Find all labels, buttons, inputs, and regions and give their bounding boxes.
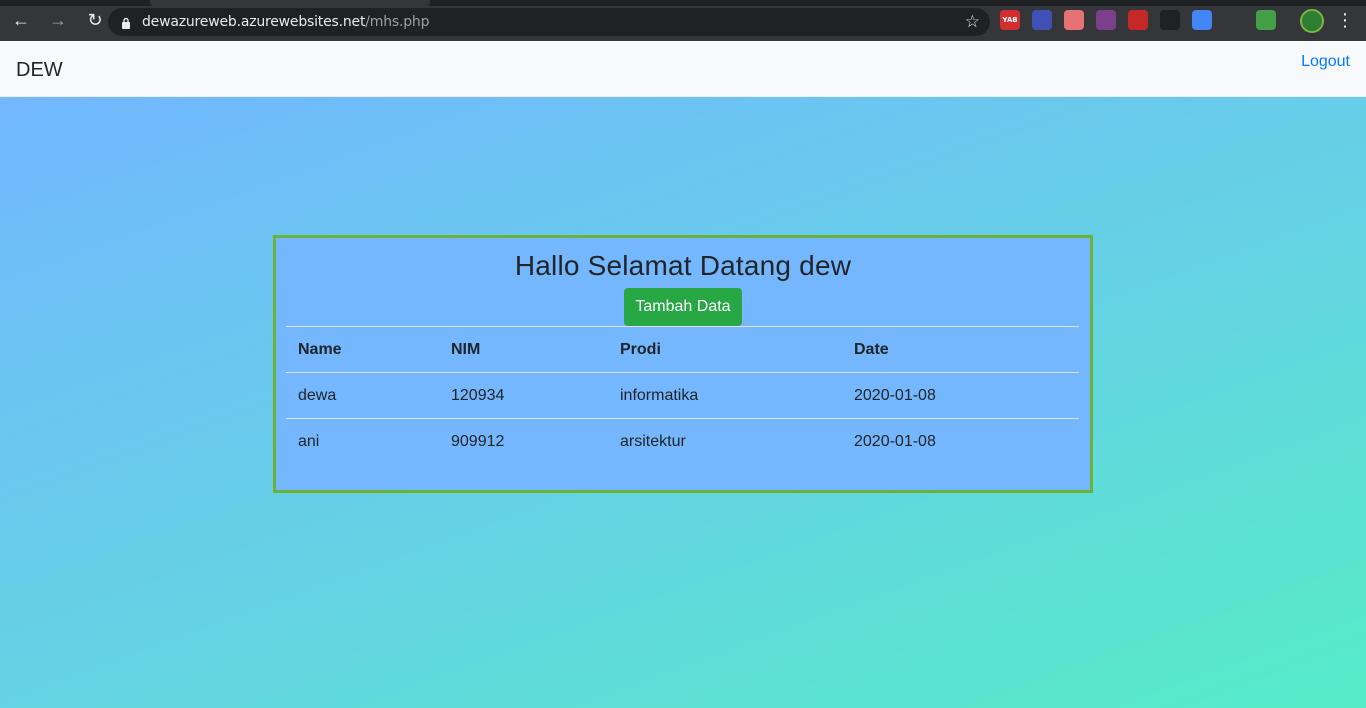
data-card: Hallo Selamat Datang dew Tambah Data Nam… — [273, 235, 1093, 493]
cell-nim: 909912 — [439, 418, 608, 465]
page: DEW Logout Hallo Selamat Datang dew Tamb… — [0, 41, 1366, 708]
url-host: dewazureweb.azurewebsites.net — [142, 14, 366, 30]
column-header-nim: NIM — [439, 326, 608, 373]
media-extension-icon[interactable] — [1128, 10, 1148, 30]
tab-strip — [0, 0, 1366, 6]
cell-date: 2020-01-08 — [842, 418, 1079, 465]
column-header-prodi: Prodi — [608, 326, 842, 373]
shield-extension-icon[interactable] — [1064, 10, 1084, 30]
cell-date: 2020-01-08 — [842, 372, 1079, 419]
url-path: /mhs.php — [365, 14, 430, 30]
content-area: Hallo Selamat Datang dew Tambah Data Nam… — [0, 97, 1366, 708]
cell-name: dewa — [286, 372, 439, 419]
active-tab[interactable] — [150, 0, 430, 6]
logout-link[interactable]: Logout — [1301, 53, 1350, 71]
menu-icon[interactable]: ⋮ — [1336, 10, 1354, 30]
colorful-extension-icon[interactable] — [1256, 10, 1276, 30]
instagram-extension-icon[interactable] — [1096, 10, 1116, 30]
table-row: dewa 120934 informatika 2020-01-08 — [286, 372, 1079, 419]
bookmark-star-icon[interactable]: ☆ — [965, 12, 980, 32]
lock-icon[interactable] — [120, 15, 132, 29]
table-row: ani 909912 arsitektur 2020-01-08 — [286, 418, 1079, 465]
extensions-bar: YAB — [1000, 10, 1288, 30]
column-header-date: Date — [842, 326, 1079, 373]
profile-avatar[interactable] — [1300, 9, 1324, 33]
back-icon[interactable]: ← — [5, 5, 37, 37]
column-header-name: Name — [286, 326, 439, 373]
address-bar[interactable]: dewazureweb.azurewebsites.net/mhs.php ☆ — [108, 8, 990, 36]
page-title: Hallo Selamat Datang dew — [514, 250, 852, 281]
react-extension-icon[interactable] — [1224, 10, 1244, 30]
navbar-brand[interactable]: DEW — [16, 59, 63, 82]
forward-icon[interactable]: → — [42, 5, 74, 37]
browser-toolbar: ← → ↻ dewazureweb.azurewebsites.net/mhs.… — [0, 0, 1366, 41]
cell-nim: 120934 — [439, 372, 608, 419]
add-data-button[interactable]: Tambah Data — [624, 288, 742, 326]
navbar: DEW Logout — [0, 41, 1366, 97]
circle-extension-icon[interactable] — [1032, 10, 1052, 30]
cell-name: ani — [286, 418, 439, 465]
data-table: Name NIM Prodi Date dewa 120934 informat… — [286, 326, 1079, 465]
yab-extension-icon[interactable]: YAB — [1000, 10, 1020, 30]
reload-icon[interactable]: ↻ — [79, 5, 111, 37]
eyes-extension-icon[interactable] — [1160, 10, 1180, 30]
url-text[interactable]: dewazureweb.azurewebsites.net/mhs.php — [142, 14, 429, 30]
translate-extension-icon[interactable] — [1192, 10, 1212, 30]
cell-prodi: arsitektur — [608, 418, 842, 465]
table-header-row: Name NIM Prodi Date — [286, 326, 1079, 373]
cell-prodi: informatika — [608, 372, 842, 419]
